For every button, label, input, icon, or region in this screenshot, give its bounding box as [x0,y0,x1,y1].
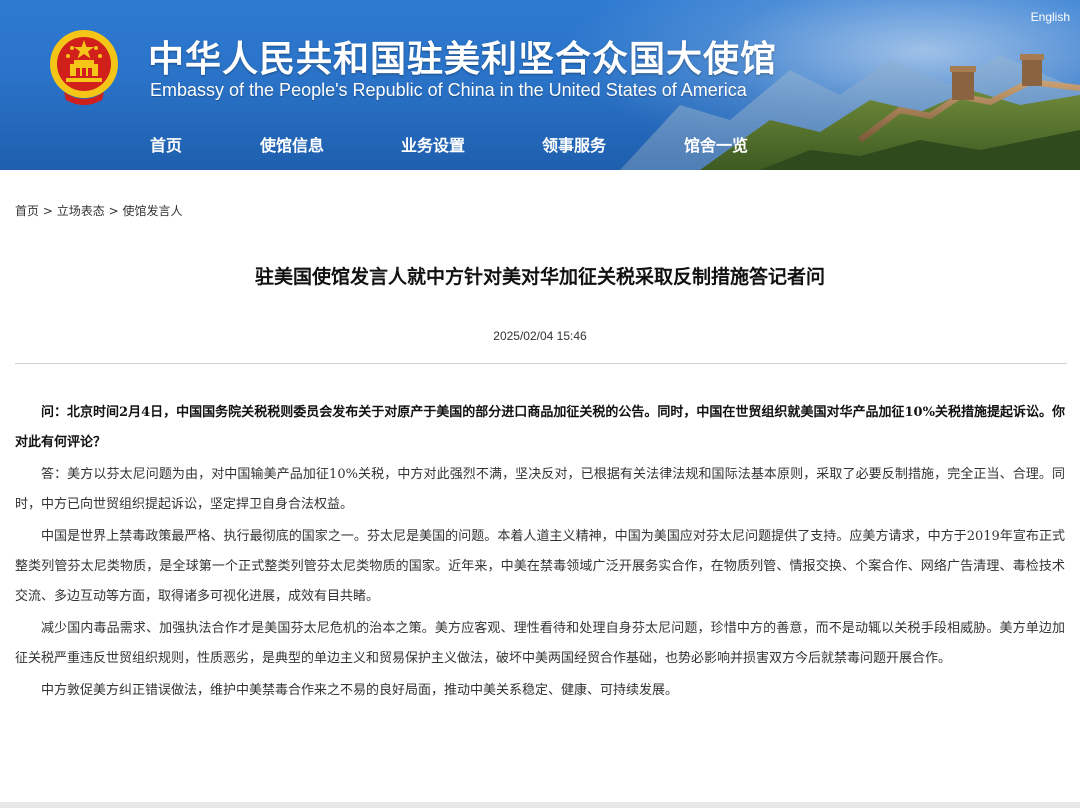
article-paragraph: 减少国内毒品需求、加强执法合作才是美国芬太尼危机的治本之策。美方应客观、理性看待… [15,621,1065,666]
main-nav: 首页 使馆信息 业务设置 领事服务 馆舍一览 [0,126,1080,160]
page-footer-edge [0,802,1080,808]
site-title-cn: 中华人民共和国驻美利坚合众国大使馆 [148,39,778,80]
breadcrumb-separator: > [108,204,119,218]
nav-item-business[interactable]: 业务设置 [401,132,465,156]
breadcrumb-home[interactable]: 首页 [15,204,39,218]
language-switch-link[interactable]: English [1031,10,1070,24]
article-title: 驻美国使馆发言人就中方针对美对华加征关税采取反制措施答记者问 [254,266,825,288]
national-emblem-icon [50,30,118,105]
breadcrumb-spokesperson[interactable]: 使馆发言人 [122,204,182,218]
nav-item-premises[interactable]: 馆舍一览 [684,132,748,156]
site-header: 中华人民共和国驻美利坚合众国大使馆 Embassy of the People'… [0,0,1080,170]
article-paragraph: 中国是世界上禁毒政策最严格、执行最彻底的国家之一。芬太尼是美国的问题。本着人道主… [15,529,1065,604]
article-paragraph: 中方敦促美方纠正错误做法，维护中美禁毒合作来之不易的良好局面，推动中美关系稳定、… [41,683,679,698]
breadcrumb-separator: > [42,204,53,218]
article-body: 问：北京时间2月4日，中国国务院关税税则委员会发布关于对原产于美国的部分进口商品… [15,398,1065,708]
breadcrumb-positions[interactable]: 立场表态 [57,204,105,218]
nav-item-home[interactable]: 首页 [150,132,182,156]
nav-item-embassy-info[interactable]: 使馆信息 [260,132,324,156]
breadcrumb: 首页 > 立场表态 > 使馆发言人 [15,202,182,219]
article-question: 问：北京时间2月4日，中国国务院关税税则委员会发布关于对原产于美国的部分进口商品… [15,405,1065,450]
article-paragraph: 答：美方以芬太尼问题为由，对中国输美产品加征10%关税，中方对此强烈不满，坚决反… [15,467,1065,512]
article-date: 2025/02/04 15:46 [493,329,587,343]
nav-item-consular[interactable]: 领事服务 [542,132,606,156]
title-divider [15,363,1067,364]
site-title-en: Embassy of the People's Republic of Chin… [150,80,747,100]
